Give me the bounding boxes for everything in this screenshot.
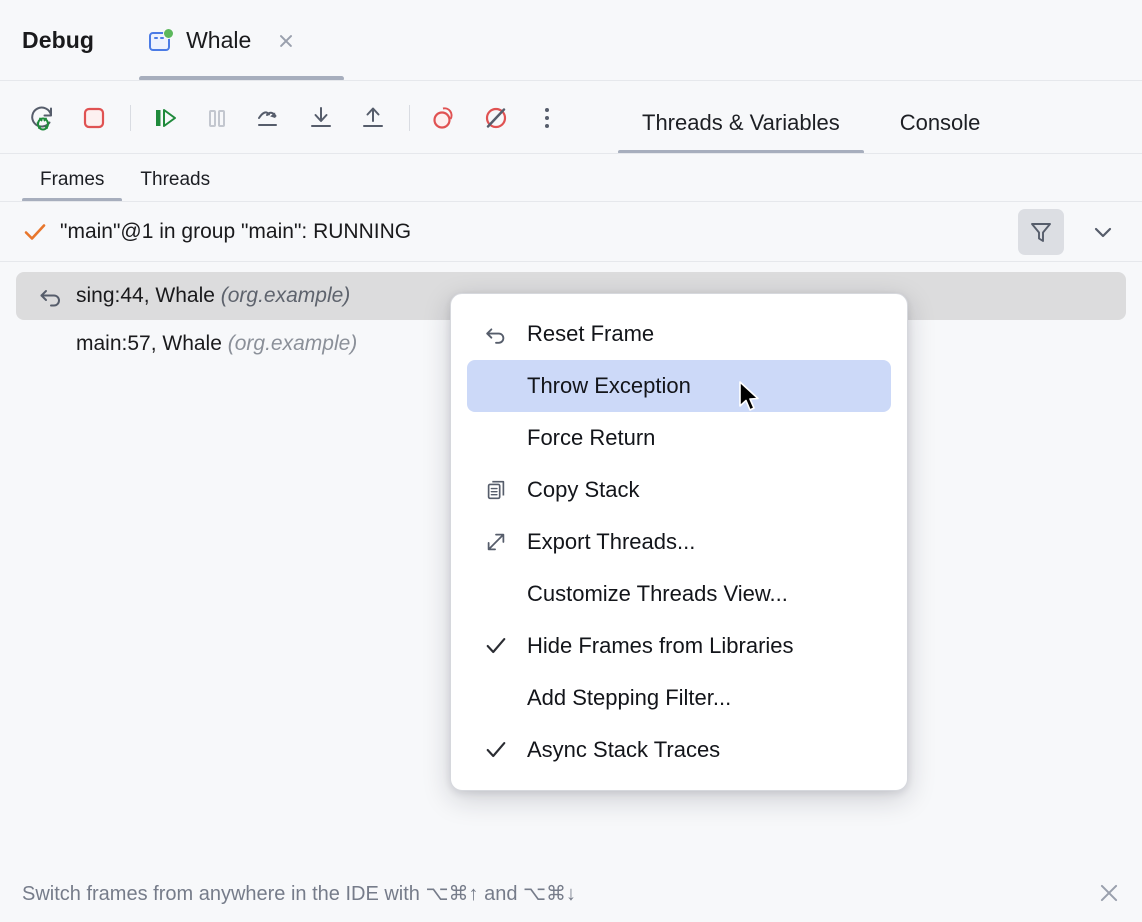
frame-method: main:57, Whale	[76, 332, 228, 355]
rerun-debug-icon	[27, 103, 57, 133]
reset-frame-icon	[38, 283, 64, 309]
tab-whale[interactable]: Whale	[142, 0, 303, 81]
export-icon	[483, 529, 509, 555]
view-tab-bar: Threads & Variables Console	[612, 81, 1010, 154]
tab-label: Threads & Variables	[642, 110, 840, 135]
frame-package: (org.example)	[228, 332, 358, 355]
close-icon[interactable]	[275, 30, 297, 52]
menu-item-hide-frames-from-libraries[interactable]: Hide Frames from Libraries	[467, 620, 891, 672]
menu-item-label: Add Stepping Filter...	[527, 685, 731, 711]
step-over-icon	[254, 103, 284, 133]
mute-breakpoints-icon	[481, 103, 511, 133]
menu-item-customize-threads-view[interactable]: Customize Threads View...	[467, 568, 891, 620]
stop-button[interactable]	[74, 98, 114, 138]
menu-item-copy-stack[interactable]: Copy Stack	[467, 464, 891, 516]
status-dot-icon	[163, 28, 174, 39]
breakpoints-icon	[429, 103, 459, 133]
divider	[409, 105, 410, 131]
resume-icon	[150, 103, 180, 133]
tab-label: Whale	[186, 27, 251, 54]
menu-item-icon-spacer	[483, 425, 509, 451]
frame-package: (org.example)	[221, 284, 351, 307]
menu-item-label: Hide Frames from Libraries	[527, 633, 794, 659]
pause-button[interactable]	[197, 98, 237, 138]
copy-stack-icon	[483, 477, 509, 503]
menu-item-async-stack-traces[interactable]: Async Stack Traces	[467, 724, 891, 776]
menu-item-force-return[interactable]: Force Return	[467, 412, 891, 464]
divider	[130, 105, 131, 131]
filter-button[interactable]	[1018, 209, 1064, 255]
tab-label: Console	[900, 110, 981, 135]
resume-button[interactable]	[145, 98, 185, 138]
menu-item-label: Force Return	[527, 425, 655, 451]
pause-icon	[202, 103, 232, 133]
tab-console[interactable]: Console	[870, 110, 1011, 154]
frame-label: sing:44, Whale (org.example)	[76, 284, 350, 308]
menu-item-icon-spacer	[483, 685, 509, 711]
thread-header-row[interactable]: "main"@1 in group "main": RUNNING	[0, 202, 1142, 262]
stop-icon	[79, 103, 109, 133]
close-icon[interactable]	[1094, 878, 1124, 908]
thread-status-label: "main"@1 in group "main": RUNNING	[60, 220, 1018, 244]
step-into-button[interactable]	[301, 98, 341, 138]
more-options-button[interactable]	[532, 98, 562, 138]
step-into-icon	[306, 103, 336, 133]
check-icon	[483, 633, 509, 659]
menu-item-label: Export Threads...	[527, 529, 695, 555]
check-icon	[483, 737, 509, 763]
view-breakpoints-button[interactable]	[424, 98, 464, 138]
mute-breakpoints-button[interactable]	[476, 98, 516, 138]
tab-threads[interactable]: Threads	[122, 169, 228, 202]
menu-item-add-stepping-filter[interactable]: Add Stepping Filter...	[467, 672, 891, 724]
frames-threads-tab-bar: Frames Threads	[0, 154, 1142, 202]
status-hint: Switch frames from anywhere in the IDE w…	[22, 881, 1094, 906]
menu-item-label: Async Stack Traces	[527, 737, 720, 763]
step-out-icon	[358, 103, 388, 133]
frames-context-menu: Reset Frame Throw Exception Force Return…	[450, 293, 908, 791]
menu-item-label: Copy Stack	[527, 477, 640, 503]
filter-icon	[1028, 219, 1054, 245]
debug-tool-window: Debug Whale	[0, 0, 1142, 922]
more-vertical-icon	[545, 108, 549, 112]
tab-frames[interactable]: Frames	[22, 169, 122, 202]
menu-item-reset-frame[interactable]: Reset Frame	[467, 308, 891, 360]
menu-item-label: Throw Exception	[527, 373, 691, 399]
menu-item-throw-exception[interactable]: Throw Exception	[467, 360, 891, 412]
reset-frame-icon	[483, 321, 509, 347]
chevron-down-icon	[1089, 218, 1117, 246]
checkmark-icon	[22, 219, 48, 245]
tab-label: Frames	[40, 169, 104, 190]
frame-method: sing:44, Whale	[76, 284, 221, 307]
rerun-debug-button[interactable]	[22, 98, 62, 138]
menu-item-label: Customize Threads View...	[527, 581, 788, 607]
debug-toolbar: Threads & Variables Console	[0, 81, 1142, 154]
tab-threads-and-variables[interactable]: Threads & Variables	[612, 110, 870, 154]
step-over-button[interactable]	[249, 98, 289, 138]
frame-label: main:57, Whale (org.example)	[76, 332, 357, 356]
page-title: Debug	[22, 27, 94, 54]
menu-item-export-threads[interactable]: Export Threads...	[467, 516, 891, 568]
tab-label: Threads	[140, 169, 210, 190]
collapse-button[interactable]	[1080, 209, 1126, 255]
menu-item-icon-spacer	[483, 373, 509, 399]
menu-item-icon-spacer	[483, 581, 509, 607]
step-out-button[interactable]	[353, 98, 393, 138]
status-bar: Switch frames from anywhere in the IDE w…	[0, 864, 1142, 922]
menu-item-label: Reset Frame	[527, 321, 654, 347]
run-config-icon	[148, 28, 174, 54]
title-bar: Debug Whale	[0, 0, 1142, 81]
